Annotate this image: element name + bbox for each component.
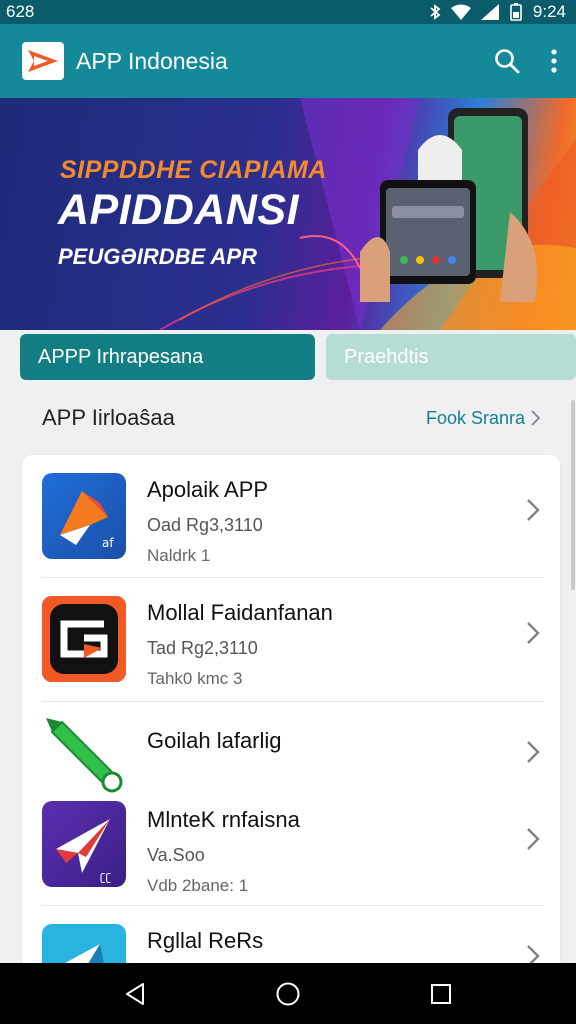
status-icons: 9:24 — [429, 2, 566, 22]
green-pen-icon — [42, 710, 126, 796]
app-name: MlnteK rnfaisna — [147, 807, 300, 832]
section-title: APP Iirloaŝaa — [42, 405, 175, 430]
section-header: APP Iirloaŝaa Fook Sranra — [0, 392, 576, 444]
banner-headline-top: SIPPDDHE CIAPIAMA — [60, 156, 327, 184]
status-time-right: 9:24 — [532, 2, 566, 21]
list-item[interactable]: Mollal Faidanfanan Tad Rg2,3110 Tahk0 km… — [22, 578, 560, 700]
home-icon[interactable] — [275, 981, 301, 1007]
g-logo-icon — [42, 596, 126, 682]
list-item[interactable]: ʗʗ MlnteK rnfaisna Va.Soo Vdb 2bane: 1 — [22, 795, 560, 905]
system-nav-bar — [0, 963, 576, 1024]
paper-plane-icon: ʗʗ — [42, 801, 126, 887]
app-detail: Va.Soo — [147, 845, 205, 865]
category-tabs: APPP Irhrapesana Praehdtis — [0, 330, 576, 384]
app-detail: Oad Rg3,3110 — [147, 515, 263, 535]
back-icon[interactable] — [124, 982, 146, 1006]
app-title: APP Indonesia — [76, 47, 228, 74]
chevron-right-icon — [527, 741, 540, 763]
app-logo-icon — [22, 42, 64, 80]
see-all-label: Fook Sranra — [425, 407, 525, 428]
chevron-right-icon — [527, 622, 540, 644]
app-detail: Tad Rg2,3110 — [147, 638, 258, 658]
chevron-right-icon — [531, 410, 540, 426]
app-name: Mollal Faidanfanan — [147, 600, 333, 625]
scrollbar[interactable] — [571, 400, 575, 590]
status-time-left: 628 — [6, 2, 35, 21]
banner-headline: APIDDANSI — [58, 186, 300, 234]
list-item[interactable]: Goilah lafarlig — [22, 702, 560, 793]
app-name: Goilah lafarlig — [147, 728, 282, 753]
app-name: Rgllal ReRs — [147, 928, 264, 953]
banner-subheadline: PEUGƏIRDBE APR — [58, 244, 257, 269]
app-meta: Naldrk 1 — [147, 546, 211, 565]
recents-icon[interactable] — [430, 983, 452, 1005]
app-meta: Vdb 2bane: 1 — [147, 876, 249, 895]
search-icon[interactable] — [494, 48, 520, 74]
see-all-link[interactable]: Fook Sranra — [426, 408, 540, 429]
more-options-icon[interactable] — [550, 49, 558, 73]
status-bar: 628 9:24 — [0, 0, 576, 24]
phone-illustration — [360, 108, 538, 302]
list-item[interactable]: af Apolaik APP Oad Rg3,3110 Naldrk 1 — [22, 455, 560, 577]
app-meta: Tahk0 kmc 3 — [147, 669, 243, 688]
tab-products[interactable]: Praehdtis — [326, 334, 576, 380]
promo-banner[interactable]: SIPPDDHE CIAPIAMA APIDDANSI PEUGƏIRDBE A… — [0, 98, 576, 330]
app-list: af Apolaik APP Oad Rg3,3110 Naldrk 1 Mol… — [22, 455, 560, 975]
signal-icon — [480, 4, 499, 20]
chevron-right-icon — [527, 828, 540, 850]
tab-apps[interactable]: APPP Irhrapesana — [20, 334, 315, 380]
app-bar: APP Indonesia — [0, 24, 576, 98]
arrow-logo-icon: af — [42, 473, 126, 559]
app-name: Apolaik APP — [147, 477, 269, 502]
battery-icon — [510, 3, 522, 21]
svg-text:ʗʗ: ʗʗ — [100, 871, 112, 884]
svg-text:af: af — [102, 536, 114, 550]
wifi-icon — [450, 4, 471, 20]
chevron-right-icon — [527, 499, 540, 521]
bluetooth-icon — [430, 4, 441, 20]
